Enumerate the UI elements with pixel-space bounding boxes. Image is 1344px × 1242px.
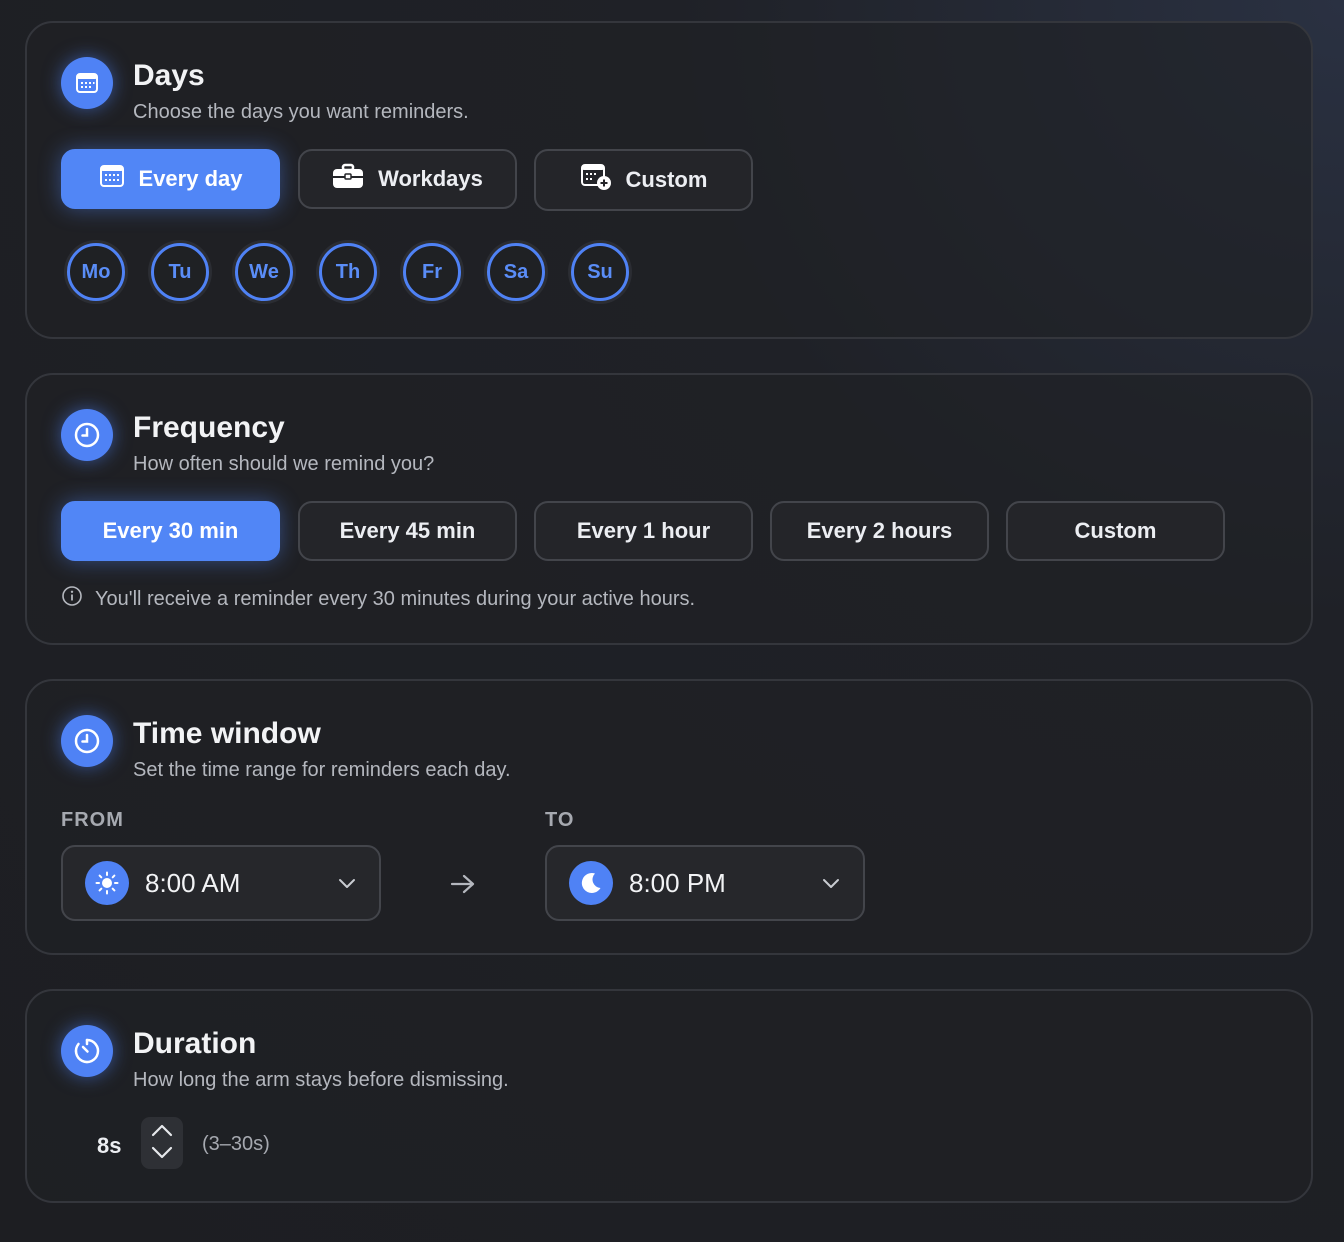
to-label: TO xyxy=(545,809,575,831)
briefcase-icon xyxy=(332,163,364,195)
to-time-select[interactable]: 8:00 PM xyxy=(545,845,865,921)
time-window-card: Time window Set the time range for remin… xyxy=(25,679,1313,955)
day-toggle-th[interactable]: Th xyxy=(319,243,377,301)
every-45-min-button[interactable]: Every 45 min xyxy=(298,501,517,561)
arrow-right-icon xyxy=(449,871,477,902)
calendar-icon xyxy=(99,164,125,194)
calendar-plus-icon xyxy=(580,163,612,197)
section-subtitle: How often should we remind you? xyxy=(133,453,435,475)
section-title: Duration xyxy=(133,1027,257,1060)
section-title: Days xyxy=(133,59,205,92)
duration-stepper[interactable] xyxy=(141,1117,183,1169)
to-time-value: 8:00 PM xyxy=(629,867,726,898)
custom-frequency-button[interactable]: Custom xyxy=(1006,501,1225,561)
day-toggle-su[interactable]: Su xyxy=(571,243,629,301)
timer-icon xyxy=(61,1025,113,1077)
every-1-hour-button[interactable]: Every 1 hour xyxy=(534,501,753,561)
section-subtitle: Choose the days you want reminders. xyxy=(133,101,469,123)
workdays-button[interactable]: Workdays xyxy=(298,149,517,209)
every-30-min-button[interactable]: Every 30 min xyxy=(61,501,280,561)
sun-icon xyxy=(85,861,129,905)
button-label: Workdays xyxy=(378,166,483,191)
days-card: Days Choose the days you want reminders.… xyxy=(25,21,1313,339)
duration-value: 8s xyxy=(97,1133,122,1158)
chevron-down-icon[interactable] xyxy=(150,1144,174,1167)
calendar-icon xyxy=(61,57,113,109)
section-subtitle: Set the time range for reminders each da… xyxy=(133,759,511,781)
every-2-hours-button[interactable]: Every 2 hours xyxy=(770,501,989,561)
chevron-down-icon xyxy=(821,873,841,898)
every-day-button[interactable]: Every day xyxy=(61,149,280,209)
from-time-select[interactable]: 8:00 AM xyxy=(61,845,381,921)
section-title: Time window xyxy=(133,717,321,750)
moon-icon xyxy=(569,861,613,905)
day-toggle-we[interactable]: We xyxy=(235,243,293,301)
day-toggle-mo[interactable]: Mo xyxy=(67,243,125,301)
custom-days-button[interactable]: Custom xyxy=(534,149,753,211)
from-time-value: 8:00 AM xyxy=(145,867,241,898)
chevron-up-icon[interactable] xyxy=(150,1121,174,1144)
section-subtitle: How long the arm stays before dismissing… xyxy=(133,1069,509,1091)
chevron-down-icon xyxy=(337,873,357,898)
from-label: FROM xyxy=(61,809,124,831)
button-label: Custom xyxy=(625,167,708,192)
frequency-info: You'll receive a reminder every 30 minut… xyxy=(61,585,695,613)
day-toggle-tu[interactable]: Tu xyxy=(151,243,209,301)
day-toggle-sa[interactable]: Sa xyxy=(487,243,545,301)
info-icon xyxy=(61,585,83,613)
section-title: Frequency xyxy=(133,411,285,444)
clock-icon xyxy=(61,409,113,461)
day-toggle-fr[interactable]: Fr xyxy=(403,243,461,301)
button-label: Every day xyxy=(138,166,243,191)
frequency-card: Frequency How often should we remind you… xyxy=(25,373,1313,645)
clock-icon xyxy=(61,715,113,767)
info-text: You'll receive a reminder every 30 minut… xyxy=(95,587,696,610)
duration-range: (3–30s) xyxy=(202,1133,270,1155)
duration-card: Duration How long the arm stays before d… xyxy=(25,989,1313,1203)
